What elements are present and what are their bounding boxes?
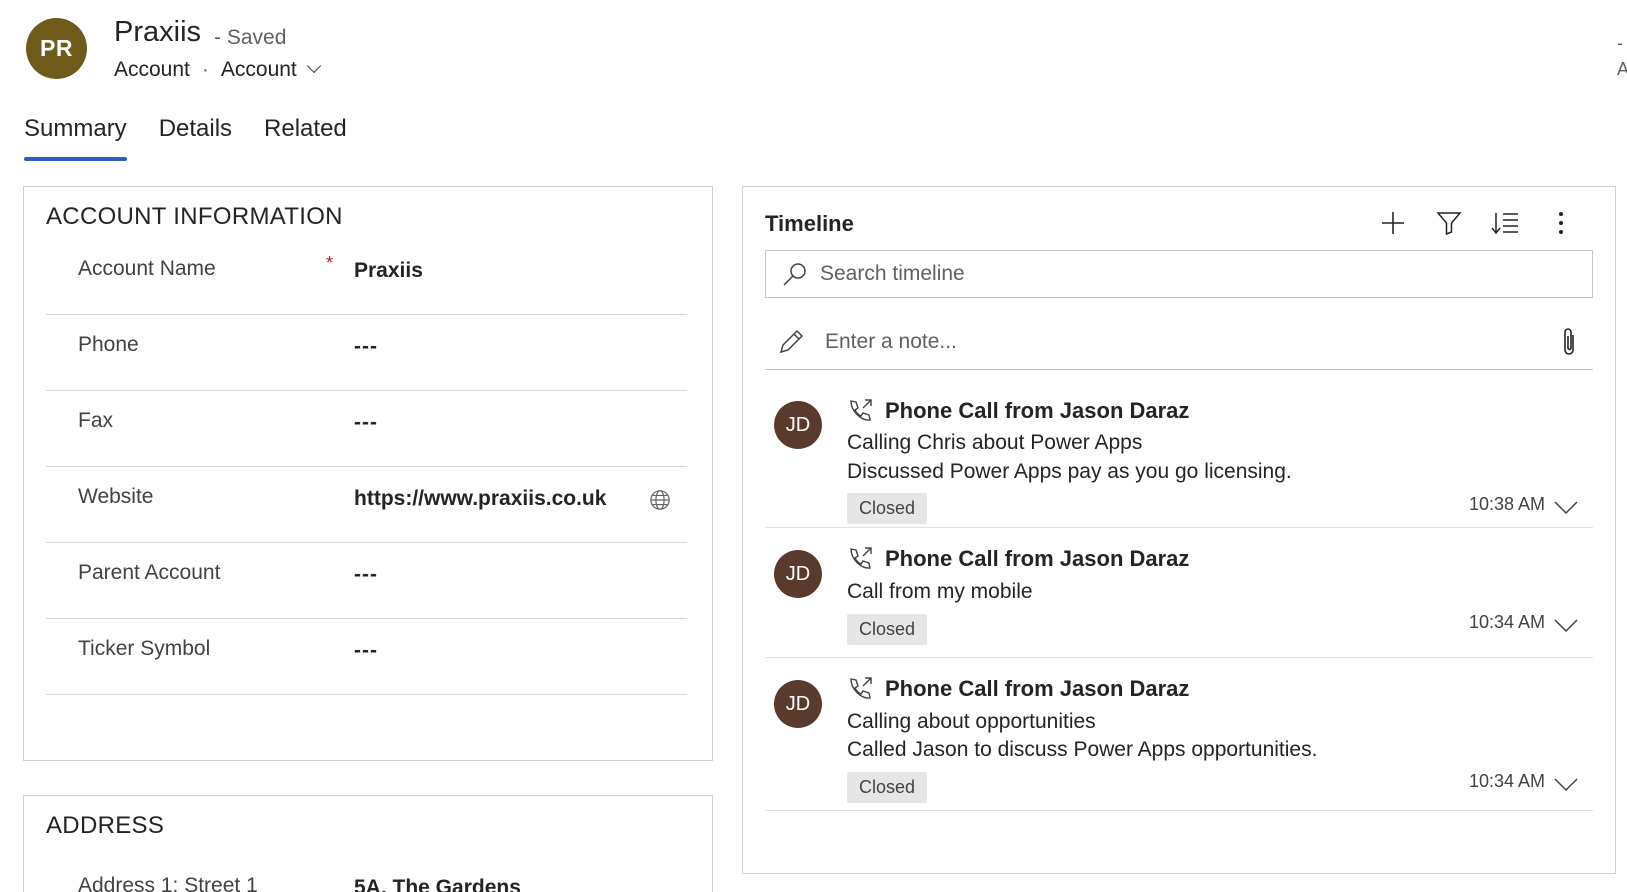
form-tabs: Summary Details Related (24, 115, 347, 161)
field-ticker-symbol[interactable]: Ticker Symbol --- (46, 619, 687, 695)
separator: · (201, 58, 209, 81)
timeline-search[interactable] (765, 250, 1593, 298)
timeline-item-time: 10:38 AM (1468, 494, 1545, 514)
chevron-down-icon[interactable] (1553, 612, 1579, 638)
field-value[interactable]: --- (354, 563, 378, 587)
record-avatar: PR (26, 18, 87, 79)
field-label: Fax (78, 409, 114, 432)
tab-related[interactable]: Related (264, 115, 347, 161)
timeline-item-description: Called Jason to discuss Power Apps oppor… (847, 738, 1318, 761)
field-address-street-1[interactable]: Address 1: Street 1 5A, The Gardens (46, 856, 687, 892)
record-title: Praxiis (114, 16, 202, 48)
field-parent-account[interactable]: Parent Account --- (46, 543, 687, 619)
status-badge: Closed (847, 614, 928, 645)
timeline-item-header: Phone Call from Jason Daraz (847, 398, 1189, 424)
search-icon (783, 263, 806, 286)
timeline-item-title: Phone Call from Jason Daraz (885, 398, 1190, 423)
timeline-item-header: Phone Call from Jason Daraz (847, 546, 1189, 572)
note-input[interactable] (825, 329, 1545, 354)
avatar: JD (774, 550, 822, 598)
pencil-icon (779, 329, 804, 353)
required-indicator: * (326, 253, 334, 273)
chevron-down-icon (306, 58, 321, 74)
field-value[interactable]: Praxiis (354, 259, 423, 283)
field-fax[interactable]: Fax --- (46, 391, 687, 467)
record-entity-line: Account · Account (114, 58, 321, 82)
section-title: ADDRESS (46, 812, 165, 839)
field-account-name[interactable]: Account Name * Praxiis (46, 239, 687, 315)
more-options-icon[interactable] (1547, 209, 1575, 237)
field-label: Website (78, 485, 154, 508)
record-header: PR Praxiis - Saved Account · Account - A (0, 0, 1627, 100)
field-value[interactable]: --- (354, 335, 378, 359)
filter-icon[interactable] (1435, 209, 1463, 237)
timeline-item-time: 10:34 AM (1468, 612, 1545, 632)
field-value[interactable]: 5A, The Gardens (354, 876, 521, 892)
tab-details[interactable]: Details (159, 115, 232, 161)
timeline-item[interactable]: JD Phone Call from Jason Daraz Calling a… (765, 658, 1593, 811)
timeline-item[interactable]: JD Phone Call from Jason Daraz Calling C… (765, 376, 1593, 528)
timeline-section: Timeline JD Phone Call from Jason Daraz … (742, 186, 1616, 874)
chevron-down-icon[interactable] (1553, 771, 1579, 797)
add-icon[interactable] (1379, 209, 1407, 237)
address-section: ADDRESS Address 1: Street 1 5A, The Gard… (23, 795, 713, 892)
form-selector[interactable]: Account (220, 58, 321, 82)
search-input[interactable] (820, 262, 1580, 286)
sort-icon[interactable] (1491, 209, 1519, 237)
form-name: Account (220, 58, 297, 81)
field-value[interactable]: --- (354, 639, 378, 663)
timeline-item-subject: Calling Chris about Power Apps (847, 431, 1143, 454)
status-badge: Closed (847, 772, 928, 803)
save-status: - Saved (214, 26, 287, 49)
field-phone[interactable]: Phone --- (46, 315, 687, 391)
field-label: Parent Account (78, 561, 221, 584)
field-label: Phone (78, 333, 139, 356)
phone-call-icon (850, 399, 872, 421)
status-badge: Closed (847, 493, 928, 524)
timeline-item-title: Phone Call from Jason Daraz (885, 676, 1190, 701)
field-website[interactable]: Website https://www.praxiis.co.uk (46, 467, 687, 543)
avatar: JD (774, 401, 822, 449)
avatar: JD (774, 680, 822, 728)
timeline-item-title: Phone Call from Jason Daraz (885, 546, 1190, 571)
phone-call-icon (850, 547, 872, 569)
timeline-item-subject: Calling about opportunities (847, 710, 1096, 733)
timeline-toolbar (1379, 209, 1575, 237)
field-label: Account Name (78, 257, 216, 280)
timeline-item-subject: Call from my mobile (847, 580, 1033, 603)
field-value[interactable]: --- (354, 411, 378, 435)
field-label: Ticker Symbol (78, 637, 211, 660)
entity-name: Account (114, 58, 190, 81)
field-label: Address 1: Street 1 (78, 874, 258, 892)
timeline-item[interactable]: JD Phone Call from Jason Daraz Call from… (765, 528, 1593, 658)
timeline-item-time: 10:34 AM (1468, 771, 1545, 791)
timeline-title: Timeline (765, 211, 854, 236)
section-title: ACCOUNT INFORMATION (46, 203, 343, 230)
note-composer[interactable] (765, 314, 1593, 370)
globe-icon[interactable] (649, 489, 671, 511)
timeline-item-description: Discussed Power Apps pay as you go licen… (847, 460, 1292, 483)
chevron-down-icon[interactable] (1553, 494, 1579, 520)
field-value[interactable]: https://www.praxiis.co.uk (354, 487, 606, 511)
phone-call-icon (850, 677, 872, 699)
timeline-item-header: Phone Call from Jason Daraz (847, 676, 1189, 702)
attachment-icon[interactable] (1559, 327, 1579, 357)
tab-summary[interactable]: Summary (24, 115, 127, 161)
header-edge-text: - A (1617, 33, 1627, 79)
account-information-section: ACCOUNT INFORMATION Account Name * Praxi… (23, 186, 713, 761)
